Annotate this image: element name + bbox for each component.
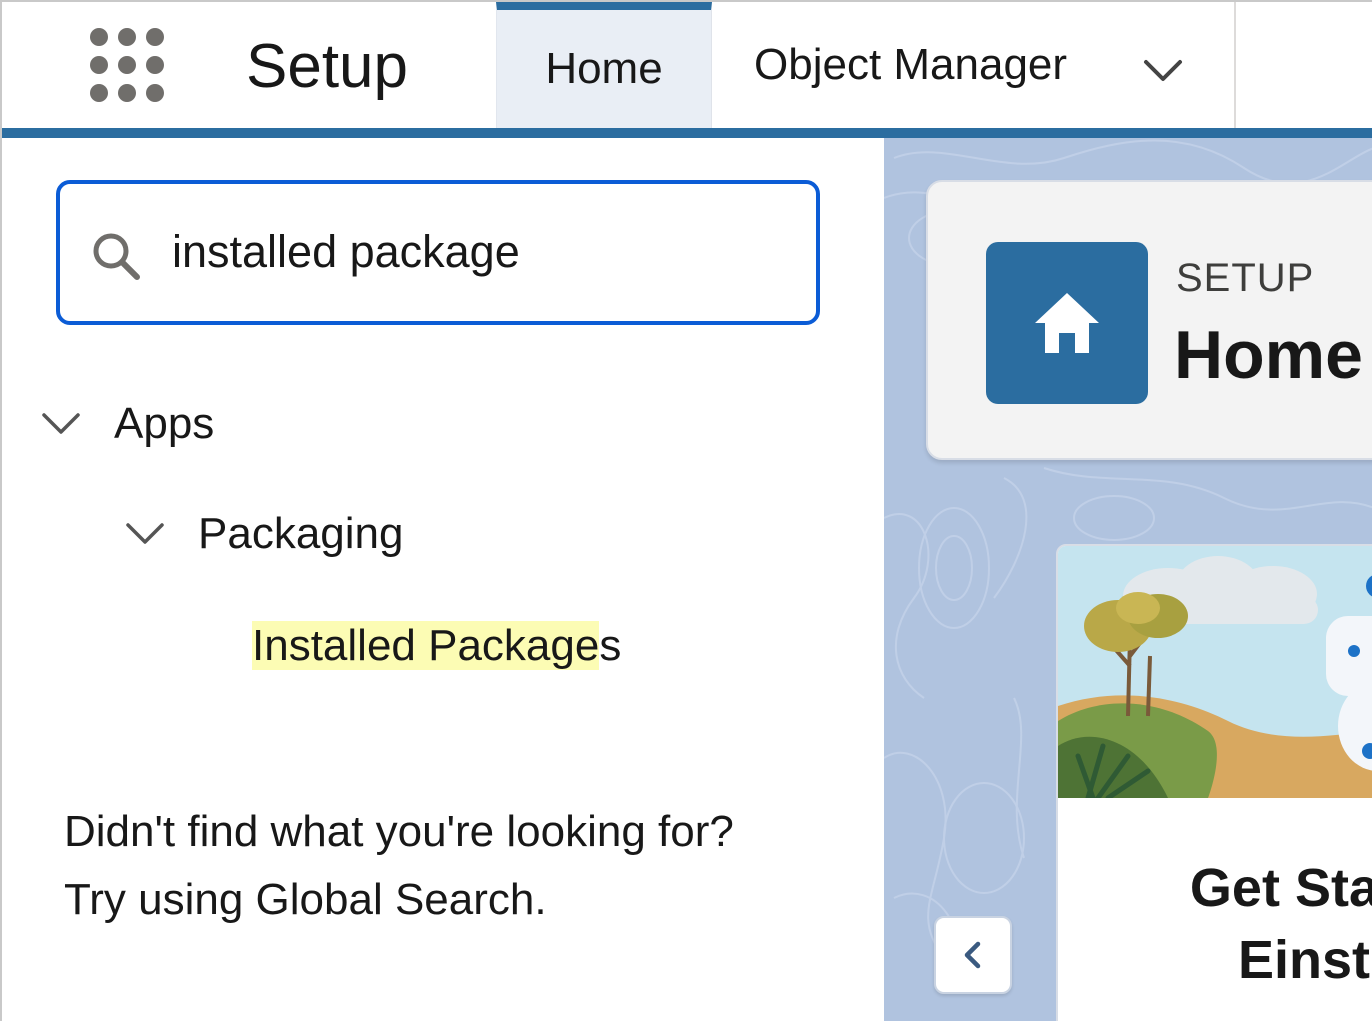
tree-node-packaging[interactable]: Packaging — [124, 502, 403, 566]
not-found-line-1: Didn't find what you're looking for? — [64, 807, 734, 856]
tree-node-apps[interactable]: Apps — [40, 392, 214, 456]
not-found-message: Didn't find what you're looking for? Try… — [64, 798, 854, 934]
setup-window: Setup Home Object Manager Apps — [0, 0, 1372, 1021]
page-header-card: SETUP Home — [926, 180, 1372, 460]
tree-item-label-rest: s — [599, 621, 622, 670]
global-nav-bar: Setup Home Object Manager — [2, 2, 1372, 128]
einstein-illustration — [1058, 546, 1372, 798]
search-icon — [93, 233, 140, 280]
quick-find-box[interactable] — [56, 180, 820, 325]
quick-find-input[interactable] — [172, 220, 772, 284]
page-header-eyebrow: SETUP — [1176, 256, 1315, 300]
nav-accent-stripe — [2, 128, 1372, 138]
chevron-down-icon[interactable] — [40, 403, 82, 445]
page-title: Home — [1174, 317, 1363, 393]
get-started-title: Get Star Einste — [1058, 852, 1372, 996]
get-started-card[interactable]: Get Star Einste — [1056, 544, 1372, 1021]
chevron-left-icon — [964, 941, 981, 969]
collapse-panel-button[interactable] — [934, 916, 1012, 994]
chevron-down-icon[interactable] — [124, 513, 166, 555]
main-content-area: SETUP Home Get St Einst — [884, 138, 1372, 1021]
tab-object-manager[interactable]: Object Manager — [712, 2, 1236, 128]
home-icon-glyph — [1035, 293, 1099, 353]
setup-tree-panel: Apps Packaging Installed Packages Didn't… — [2, 138, 884, 1021]
home-icon — [986, 242, 1148, 404]
tab-home-label: Home — [545, 44, 663, 93]
tree-node-apps-label: Apps — [114, 399, 215, 448]
app-name: Setup — [246, 32, 409, 101]
tree-node-packaging-label: Packaging — [198, 509, 404, 558]
chevron-down-icon[interactable] — [1140, 48, 1186, 94]
get-started-title-line-1: Get Star — [1189, 858, 1372, 918]
not-found-line-2: Try using Global Search. — [64, 875, 547, 924]
get-started-title-line-2: Einste — [1237, 930, 1372, 990]
app-launcher-icon[interactable] — [90, 28, 170, 106]
tab-home[interactable]: Home — [496, 2, 712, 128]
search-match-highlight: Installed Package — [252, 621, 600, 670]
tree-item-installed-packages[interactable]: Installed Packages — [252, 614, 621, 678]
tab-object-manager-label: Object Manager — [754, 40, 1068, 89]
